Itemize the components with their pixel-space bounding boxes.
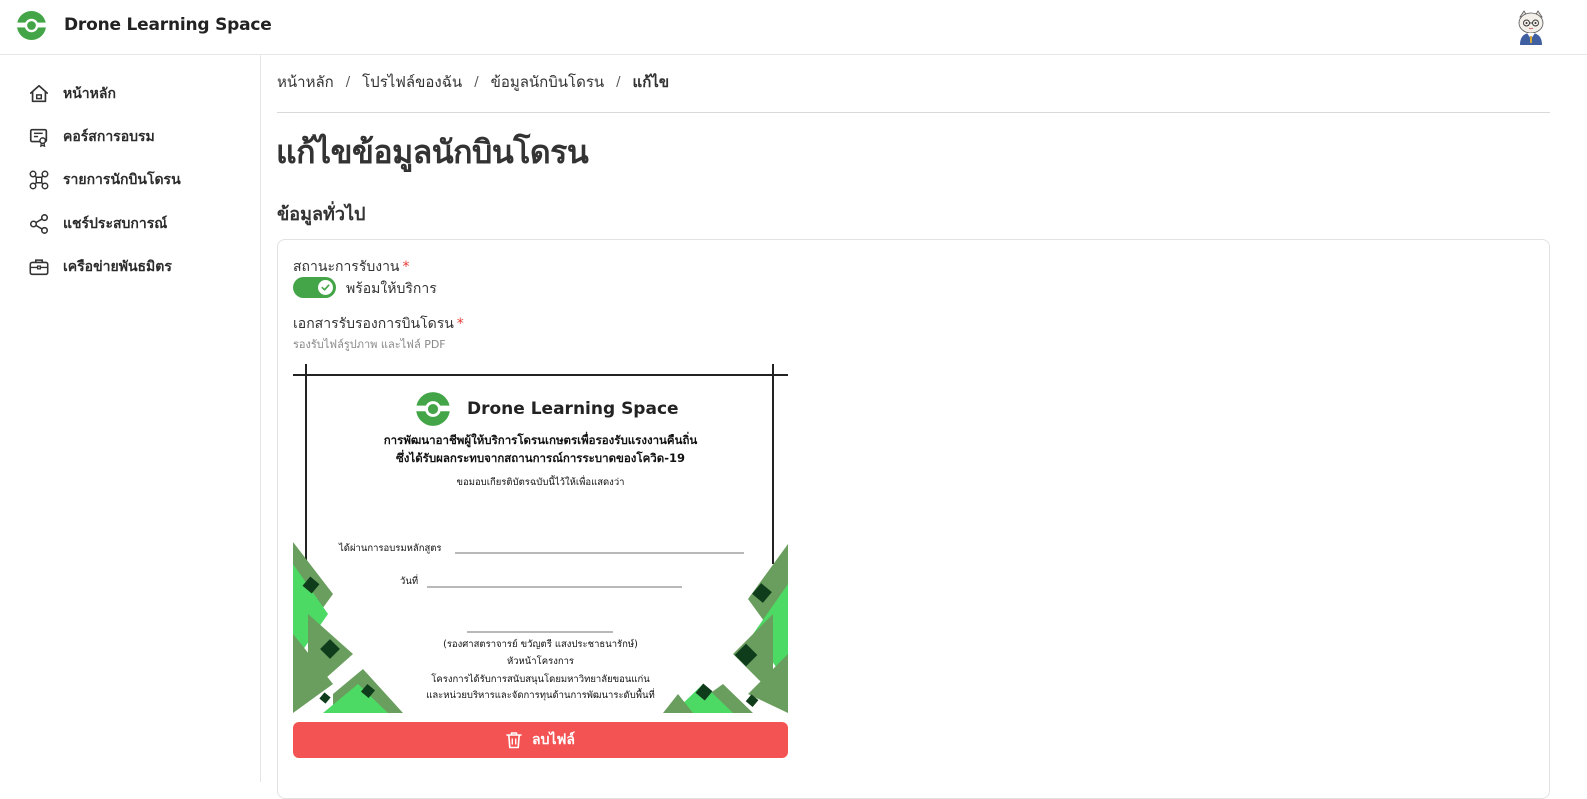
breadcrumb-item-home[interactable]: หน้าหลัก xyxy=(277,70,334,94)
drone-logo-icon xyxy=(415,392,451,426)
breadcrumb-item-drone-pilot-info[interactable]: ข้อมูลนักบินโดรน xyxy=(491,70,605,94)
home-icon xyxy=(29,84,49,103)
app-name: Drone Learning Space xyxy=(64,15,272,35)
sidebar-item-label: เครือข่ายพันธมิตร xyxy=(63,259,172,275)
sidebar-item-courses[interactable]: คอร์สการอบรม xyxy=(28,125,155,149)
required-mark: * xyxy=(402,259,410,275)
section-title: ข้อมูลทั่วไป xyxy=(277,204,366,225)
document-label-text: เอกสารรับรองการบินโดรน xyxy=(293,316,454,332)
sidebar-item-label: คอร์สการอบรม xyxy=(63,129,155,145)
top-bar: Drone Learning Space xyxy=(0,0,1587,55)
certificate-signer-role: หัวหน้าโครงการ xyxy=(506,656,575,667)
course-icon xyxy=(29,128,48,148)
sidebar-item-home[interactable]: หน้าหลัก xyxy=(28,82,116,106)
document-hint: รองรับไฟล์รูปภาพ และไฟล์ PDF xyxy=(293,338,446,351)
certificate-title-line1: การพัฒนาอาชีพผู้ให้บริการโดรนเกษตรเพื่อร… xyxy=(383,433,698,447)
certificate-course-label: ได้ผ่านการอบรมหลักสูตร xyxy=(339,543,442,554)
availability-toggle[interactable] xyxy=(293,277,336,298)
briefcase-icon xyxy=(29,259,49,276)
check-icon xyxy=(321,284,330,291)
certificate-support-line2: และหน่วยบริหารและจัดการทุนด้านการพัฒนาระ… xyxy=(426,690,655,701)
sidebar: หน้าหลัก คอร์สการอบรม รายการนักบินโดรน แ… xyxy=(0,55,261,782)
drone-icon xyxy=(29,170,49,190)
sidebar-item-partner-network[interactable]: เครือข่ายพันธมิตร xyxy=(28,255,172,279)
share-icon xyxy=(29,214,49,234)
page-title: แก้ไขข้อมูลนักบินโดรน xyxy=(276,133,589,171)
certificate-date-label: วันที่ xyxy=(400,576,419,587)
certificate-brand-name: Drone Learning Space xyxy=(467,399,679,419)
delete-file-label: ลบไฟล์ xyxy=(532,732,575,748)
breadcrumb-divider xyxy=(277,112,1550,113)
certificate-preview[interactable]: Drone Learning Space การพัฒนาอาชีพผู้ให้… xyxy=(293,364,788,713)
certificate-brand: Drone Learning Space xyxy=(415,391,679,427)
breadcrumb: หน้าหลัก / โปรไฟล์ของฉัน / ข้อมูลนักบินโ… xyxy=(277,71,669,93)
brand[interactable]: Drone Learning Space xyxy=(16,10,272,40)
status-label-text: สถานะการรับงาน xyxy=(293,259,400,275)
sidebar-item-drone-pilots[interactable]: รายการนักบินโดรน xyxy=(28,168,181,192)
breadcrumb-separator: / xyxy=(345,74,351,90)
sidebar-item-share-experience[interactable]: แชร์ประสบการณ์ xyxy=(28,212,167,236)
certificate-signer-name: (รองศาสตราจารย์ ขวัญตรี แสงประชาธนารักษ์… xyxy=(443,639,638,650)
delete-file-button[interactable]: ลบไฟล์ xyxy=(293,722,788,758)
breadcrumb-separator: / xyxy=(616,74,621,90)
breadcrumb-separator: / xyxy=(474,74,479,90)
user-avatar[interactable] xyxy=(1514,9,1548,45)
certificate-subtitle: ขอมอบเกียรติบัตรฉบับนี้ไว้ให้เพื่อแสดงว่… xyxy=(456,477,625,488)
sidebar-item-label: รายการนักบินโดรน xyxy=(63,172,181,188)
breadcrumb-item-my-profile[interactable]: โปรไฟล์ของฉัน xyxy=(362,70,462,94)
certificate-support-line1: โครงการได้รับการสนับสนุนโดยมหาวิทยาลัยขอ… xyxy=(431,674,650,685)
availability-status-text: พร้อมให้บริการ xyxy=(346,281,437,297)
toggle-knob xyxy=(318,280,333,295)
sidebar-item-label: หน้าหลัก xyxy=(63,86,116,102)
trash-icon xyxy=(506,732,522,749)
status-field-label: สถานะการรับงาน * xyxy=(293,256,410,278)
drone-logo-icon xyxy=(16,10,47,40)
sidebar-item-label: แชร์ประสบการณ์ xyxy=(63,216,168,232)
certificate-title-line2: ซึ่งได้รับผลกระทบจากสถานการณ์การระบาดของ… xyxy=(396,451,685,465)
document-field-label: เอกสารรับรองการบินโดรน * xyxy=(293,313,464,335)
breadcrumb-item-edit: แก้ไข xyxy=(632,73,670,91)
required-mark: * xyxy=(456,316,464,332)
